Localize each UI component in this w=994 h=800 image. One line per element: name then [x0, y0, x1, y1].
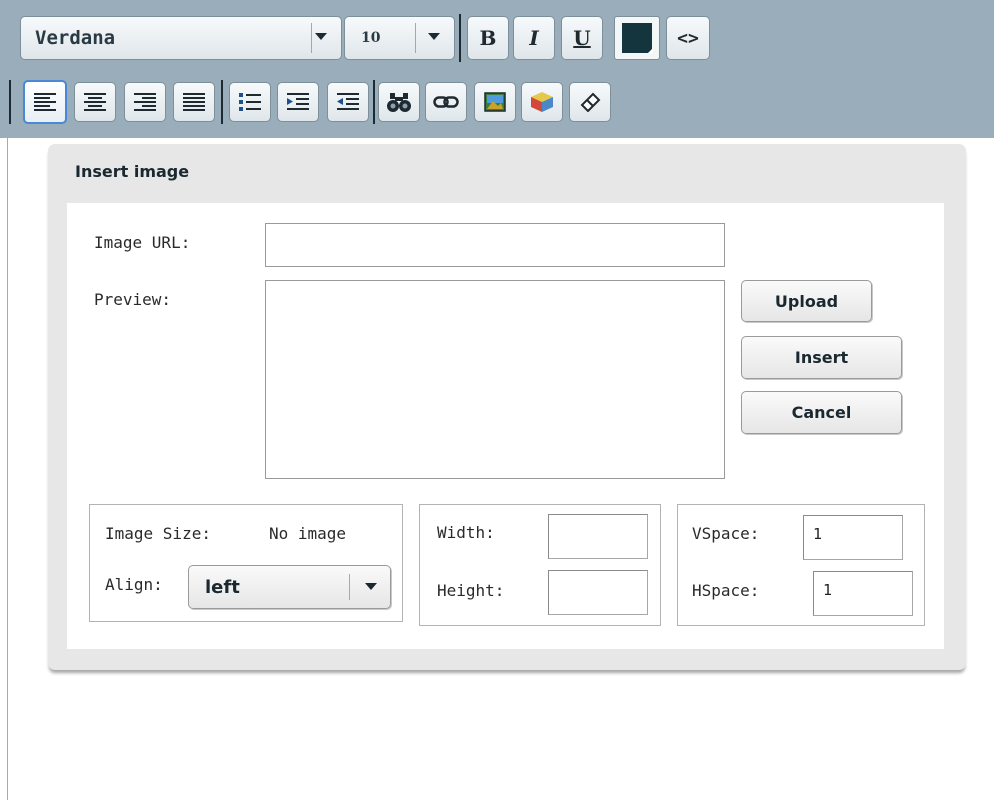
hspace-input[interactable]: 1 — [813, 571, 913, 616]
hspace-label: HSpace: — [692, 581, 760, 600]
link-chain-icon — [433, 96, 459, 108]
image-url-label: Image URL: — [94, 233, 191, 252]
eraser-button[interactable] — [569, 82, 611, 122]
editor-left-border — [7, 138, 8, 800]
height-label: Height: — [437, 581, 505, 600]
insert-image-button[interactable] — [474, 82, 516, 122]
align-right-icon — [134, 93, 156, 111]
image-icon — [484, 92, 506, 112]
bold-button[interactable]: B — [467, 16, 509, 60]
align-left-icon — [34, 93, 56, 111]
align-center-icon — [84, 93, 106, 111]
toolbar-separator — [221, 80, 223, 124]
image-preview-area — [265, 280, 725, 479]
bulleted-list-button[interactable] — [229, 82, 271, 122]
link-button[interactable] — [425, 82, 467, 122]
find-binoculars-icon — [387, 93, 411, 112]
color-swatch-icon — [622, 23, 653, 54]
image-size-value: No image — [269, 524, 347, 543]
italic-button[interactable]: I — [513, 16, 555, 60]
align-center-button[interactable] — [74, 82, 116, 122]
vspace-input[interactable]: 1 — [803, 515, 903, 560]
font-size-value: 10 — [361, 30, 381, 46]
align-justify-icon — [183, 93, 205, 111]
underline-button[interactable]: U — [561, 16, 603, 60]
chevron-down-icon — [428, 33, 440, 40]
vspace-label: VSpace: — [692, 524, 760, 543]
align-select[interactable]: left — [188, 565, 391, 609]
align-label: Align: — [105, 575, 163, 594]
indent-icon — [287, 93, 309, 110]
italic-icon: I — [529, 26, 539, 50]
cancel-button[interactable]: Cancel — [741, 391, 902, 434]
bulleted-list-icon — [239, 93, 261, 111]
insert-button[interactable]: Insert — [741, 336, 902, 379]
image-size-label: Image Size: — [105, 524, 211, 543]
toolbar-separator — [459, 14, 461, 62]
find-button[interactable] — [378, 82, 420, 122]
height-input[interactable] — [548, 570, 648, 615]
cube-object-icon — [531, 92, 553, 112]
eraser-icon — [580, 92, 601, 112]
chevron-down-icon — [365, 583, 377, 590]
align-justify-button[interactable] — [173, 82, 215, 122]
preview-label: Preview: — [94, 290, 172, 309]
image-url-input[interactable] — [265, 223, 725, 267]
insert-object-button[interactable] — [521, 82, 563, 122]
source-code-button[interactable]: <> — [666, 16, 710, 60]
width-input[interactable] — [548, 514, 648, 559]
chevron-down-icon — [315, 33, 327, 40]
outdent-button[interactable] — [327, 82, 369, 122]
font-size-select[interactable]: 10 — [344, 16, 455, 60]
text-color-button[interactable] — [614, 16, 660, 60]
outdent-icon — [337, 93, 359, 110]
font-family-select[interactable]: Verdana — [20, 16, 342, 60]
dialog-title: Insert image — [75, 162, 190, 181]
code-brackets-icon: <> — [677, 27, 699, 49]
align-right-button[interactable] — [124, 82, 166, 122]
bold-icon: B — [479, 26, 497, 50]
toolbar-separator — [9, 80, 11, 124]
font-family-value: Verdana — [35, 27, 116, 49]
underline-icon: U — [573, 26, 591, 50]
toolbar-separator — [373, 80, 375, 124]
width-label: Width: — [437, 523, 495, 542]
align-value: left — [205, 576, 240, 598]
upload-button[interactable]: Upload — [741, 280, 872, 322]
editor-toolbar: Verdana 10 B I U <> — [0, 0, 994, 138]
align-left-button[interactable] — [23, 80, 67, 124]
indent-button[interactable] — [277, 82, 319, 122]
